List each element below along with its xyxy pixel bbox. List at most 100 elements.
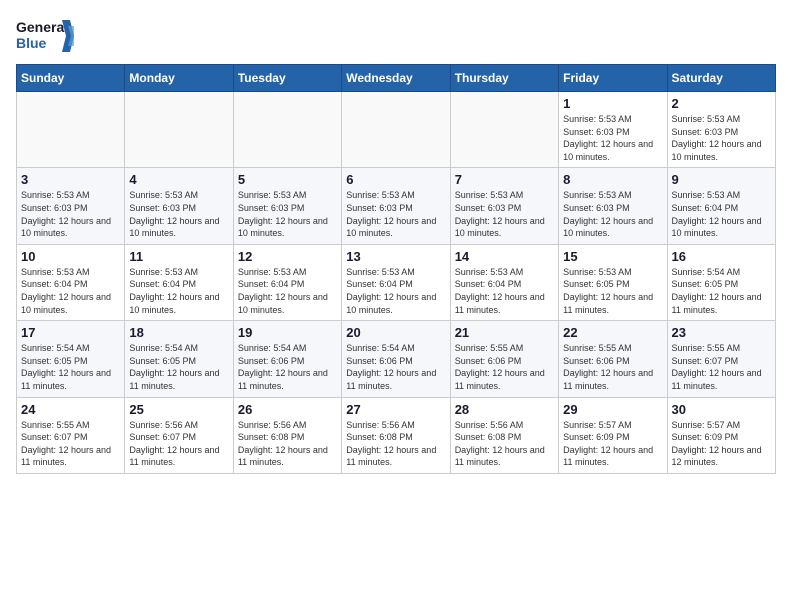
day-info: Sunrise: 5:54 AM Sunset: 6:06 PM Dayligh…	[238, 342, 337, 392]
weekday-header-row: SundayMondayTuesdayWednesdayThursdayFrid…	[17, 65, 776, 92]
calendar-cell: 12 Sunrise: 5:53 AM Sunset: 6:04 PM Dayli…	[233, 244, 341, 320]
day-info: Sunrise: 5:54 AM Sunset: 6:05 PM Dayligh…	[21, 342, 120, 392]
calendar-cell: 29 Sunrise: 5:57 AM Sunset: 6:09 PM Dayli…	[559, 397, 667, 473]
calendar-cell	[233, 92, 341, 168]
day-number: 4	[129, 172, 228, 187]
calendar-cell: 10 Sunrise: 5:53 AM Sunset: 6:04 PM Dayli…	[17, 244, 125, 320]
day-info: Sunrise: 5:55 AM Sunset: 6:07 PM Dayligh…	[21, 419, 120, 469]
calendar-week-5: 24 Sunrise: 5:55 AM Sunset: 6:07 PM Dayli…	[17, 397, 776, 473]
day-number: 17	[21, 325, 120, 340]
day-info: Sunrise: 5:53 AM Sunset: 6:04 PM Dayligh…	[238, 266, 337, 316]
calendar-cell: 17 Sunrise: 5:54 AM Sunset: 6:05 PM Dayli…	[17, 321, 125, 397]
day-number: 10	[21, 249, 120, 264]
day-info: Sunrise: 5:53 AM Sunset: 6:04 PM Dayligh…	[346, 266, 445, 316]
day-number: 20	[346, 325, 445, 340]
calendar-cell: 24 Sunrise: 5:55 AM Sunset: 6:07 PM Dayli…	[17, 397, 125, 473]
calendar-cell	[450, 92, 558, 168]
svg-text:General: General	[16, 19, 68, 35]
calendar-cell: 3Sunrise: 5:53 AM Sunset: 6:03 PM Daylig…	[17, 168, 125, 244]
day-number: 14	[455, 249, 554, 264]
day-info: Sunrise: 5:53 AM Sunset: 6:03 PM Dayligh…	[563, 113, 662, 163]
day-number: 24	[21, 402, 120, 417]
calendar-cell	[125, 92, 233, 168]
calendar-cell: 26 Sunrise: 5:56 AM Sunset: 6:08 PM Dayli…	[233, 397, 341, 473]
calendar-cell: 6 Sunrise: 5:53 AM Sunset: 6:03 PM Daylig…	[342, 168, 450, 244]
svg-text:Blue: Blue	[16, 35, 47, 51]
calendar-cell: 2 Sunrise: 5:53 AM Sunset: 6:03 PM Daylig…	[667, 92, 775, 168]
day-number: 12	[238, 249, 337, 264]
calendar-cell: 30 Sunrise: 5:57 AM Sunset: 6:09 PM Dayli…	[667, 397, 775, 473]
day-info: Sunrise: 5:53 AM Sunset: 6:03 PM Dayligh…	[672, 113, 771, 163]
calendar-cell: 18 Sunrise: 5:54 AM Sunset: 6:05 PM Dayli…	[125, 321, 233, 397]
day-number: 18	[129, 325, 228, 340]
day-number: 9	[672, 172, 771, 187]
day-info: Sunrise: 5:54 AM Sunset: 6:06 PM Dayligh…	[346, 342, 445, 392]
day-number: 28	[455, 402, 554, 417]
day-info: Sunrise: 5:57 AM Sunset: 6:09 PM Dayligh…	[672, 419, 771, 469]
calendar-cell: 23 Sunrise: 5:55 AM Sunset: 6:07 PM Dayli…	[667, 321, 775, 397]
calendar-cell	[342, 92, 450, 168]
calendar-cell: 8 Sunrise: 5:53 AM Sunset: 6:03 PM Daylig…	[559, 168, 667, 244]
day-info: Sunrise: 5:56 AM Sunset: 6:08 PM Dayligh…	[238, 419, 337, 469]
day-info: Sunrise: 5:53 AM Sunset: 6:04 PM Dayligh…	[672, 189, 771, 239]
day-number: 1	[563, 96, 662, 111]
day-number: 8	[563, 172, 662, 187]
weekday-wednesday: Wednesday	[342, 65, 450, 92]
day-info: Sunrise: 5:53 AM Sunset: 6:03 PM Dayligh…	[346, 189, 445, 239]
day-number: 16	[672, 249, 771, 264]
day-info: Sunrise: 5:57 AM Sunset: 6:09 PM Dayligh…	[563, 419, 662, 469]
day-info: Sunrise: 5:53 AM Sunset: 6:03 PM Dayligh…	[129, 189, 228, 239]
day-info: Sunrise: 5:56 AM Sunset: 6:08 PM Dayligh…	[346, 419, 445, 469]
day-info: Sunrise: 5:55 AM Sunset: 6:07 PM Dayligh…	[672, 342, 771, 392]
page-header: GeneralBlue	[16, 16, 776, 56]
day-info: Sunrise: 5:53 AM Sunset: 6:04 PM Dayligh…	[455, 266, 554, 316]
weekday-tuesday: Tuesday	[233, 65, 341, 92]
calendar-cell: 13 Sunrise: 5:53 AM Sunset: 6:04 PM Dayli…	[342, 244, 450, 320]
logo-svg: GeneralBlue	[16, 16, 76, 56]
calendar-cell: 5Sunrise: 5:53 AM Sunset: 6:03 PM Daylig…	[233, 168, 341, 244]
day-number: 2	[672, 96, 771, 111]
day-number: 22	[563, 325, 662, 340]
weekday-thursday: Thursday	[450, 65, 558, 92]
day-number: 7	[455, 172, 554, 187]
calendar-cell: 20 Sunrise: 5:54 AM Sunset: 6:06 PM Dayli…	[342, 321, 450, 397]
day-number: 23	[672, 325, 771, 340]
day-number: 26	[238, 402, 337, 417]
calendar-cell: 14 Sunrise: 5:53 AM Sunset: 6:04 PM Dayli…	[450, 244, 558, 320]
day-number: 11	[129, 249, 228, 264]
day-info: Sunrise: 5:53 AM Sunset: 6:04 PM Dayligh…	[129, 266, 228, 316]
calendar-cell: 9 Sunrise: 5:53 AM Sunset: 6:04 PM Daylig…	[667, 168, 775, 244]
day-number: 13	[346, 249, 445, 264]
day-info: Sunrise: 5:53 AM Sunset: 6:04 PM Dayligh…	[21, 266, 120, 316]
day-info: Sunrise: 5:54 AM Sunset: 6:05 PM Dayligh…	[129, 342, 228, 392]
calendar-week-4: 17 Sunrise: 5:54 AM Sunset: 6:05 PM Dayli…	[17, 321, 776, 397]
day-number: 29	[563, 402, 662, 417]
calendar-cell: 19Sunrise: 5:54 AM Sunset: 6:06 PM Dayli…	[233, 321, 341, 397]
calendar-cell: 27 Sunrise: 5:56 AM Sunset: 6:08 PM Dayli…	[342, 397, 450, 473]
weekday-monday: Monday	[125, 65, 233, 92]
day-number: 27	[346, 402, 445, 417]
weekday-saturday: Saturday	[667, 65, 775, 92]
day-number: 15	[563, 249, 662, 264]
calendar-week-1: 1 Sunrise: 5:53 AM Sunset: 6:03 PM Daylig…	[17, 92, 776, 168]
day-number: 30	[672, 402, 771, 417]
day-number: 21	[455, 325, 554, 340]
calendar-cell: 7Sunrise: 5:53 AM Sunset: 6:03 PM Daylig…	[450, 168, 558, 244]
day-info: Sunrise: 5:53 AM Sunset: 6:03 PM Dayligh…	[563, 189, 662, 239]
calendar-week-2: 3Sunrise: 5:53 AM Sunset: 6:03 PM Daylig…	[17, 168, 776, 244]
weekday-friday: Friday	[559, 65, 667, 92]
calendar-cell: 1 Sunrise: 5:53 AM Sunset: 6:03 PM Daylig…	[559, 92, 667, 168]
calendar-cell: 22Sunrise: 5:55 AM Sunset: 6:06 PM Dayli…	[559, 321, 667, 397]
calendar-week-3: 10 Sunrise: 5:53 AM Sunset: 6:04 PM Dayli…	[17, 244, 776, 320]
calendar-cell: 25Sunrise: 5:56 AM Sunset: 6:07 PM Dayli…	[125, 397, 233, 473]
calendar-cell: 11 Sunrise: 5:53 AM Sunset: 6:04 PM Dayli…	[125, 244, 233, 320]
day-number: 6	[346, 172, 445, 187]
calendar-cell: 21 Sunrise: 5:55 AM Sunset: 6:06 PM Dayli…	[450, 321, 558, 397]
calendar-cell: 28Sunrise: 5:56 AM Sunset: 6:08 PM Dayli…	[450, 397, 558, 473]
weekday-sunday: Sunday	[17, 65, 125, 92]
day-info: Sunrise: 5:54 AM Sunset: 6:05 PM Dayligh…	[672, 266, 771, 316]
day-info: Sunrise: 5:55 AM Sunset: 6:06 PM Dayligh…	[455, 342, 554, 392]
logo: GeneralBlue	[16, 16, 76, 56]
day-number: 5	[238, 172, 337, 187]
day-info: Sunrise: 5:53 AM Sunset: 6:05 PM Dayligh…	[563, 266, 662, 316]
